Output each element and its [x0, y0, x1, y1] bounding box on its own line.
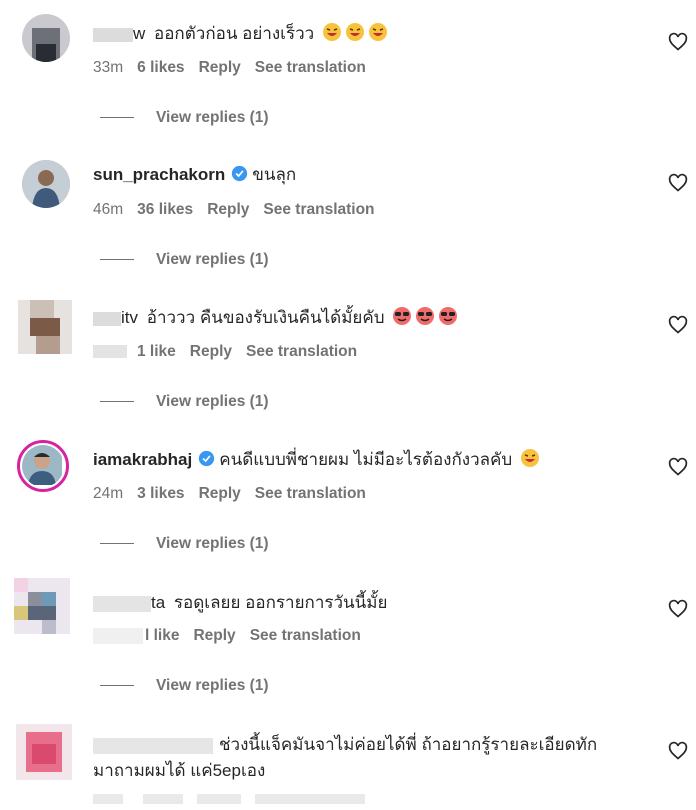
comment-text-line: ta รอดูเลยย ออกรายการวันนี้มั้ย — [93, 592, 387, 614]
see-translation-link[interactable]: See translation — [263, 201, 374, 218]
timestamp-blurred — [93, 627, 143, 644]
comment-meta: l like Reply See translation — [93, 626, 375, 646]
likes-count[interactable]: 3 likes — [137, 485, 184, 502]
divider — [100, 543, 134, 545]
reply-button[interactable]: Reply — [193, 627, 235, 644]
verified-badge-icon — [231, 165, 248, 188]
heart-outline-icon[interactable] — [668, 315, 688, 335]
sunglasses-emoji-icon — [392, 306, 412, 332]
avatar[interactable] — [16, 724, 72, 780]
view-replies-label: View replies (1) — [156, 535, 269, 552]
comment-text-block: ช่วงนี้แจ็คมันจาไม่ค่อยได้พี่ ถ้าอยากรู้… — [93, 732, 653, 784]
username[interactable]: itv — [121, 308, 138, 327]
view-replies-label: View replies (1) — [156, 677, 269, 694]
sunglasses-emoji-icon — [438, 306, 458, 332]
comment-text: คนดีแบบพี่ชายผม ไม่มีอะไรต้องกังวลคับ — [219, 450, 513, 469]
comment-meta: 1 like Reply See translation — [93, 342, 371, 362]
heart-outline-icon[interactable] — [668, 173, 688, 193]
divider — [100, 117, 134, 119]
comment-text-line: w ออกตัวก่อน อย่างเร็วว — [93, 22, 388, 48]
divider — [100, 259, 134, 261]
view-replies-label: View replies (1) — [156, 109, 269, 126]
avatar[interactable] — [22, 160, 70, 208]
comment-meta: 46m 36 likes Reply See translation — [93, 200, 389, 220]
comment-text: ขนลุก — [252, 165, 297, 184]
likes-count[interactable]: l like — [145, 627, 179, 644]
heart-outline-icon[interactable] — [668, 457, 688, 477]
reply-button[interactable]: Reply — [199, 485, 241, 502]
avatar[interactable] — [14, 578, 70, 634]
comment-text-line1: ช่วงนี้แจ็คมันจาไม่ค่อยได้พี่ ถ้าอยากรู้… — [219, 735, 598, 754]
likes-count[interactable]: 36 likes — [137, 201, 193, 218]
reply-button[interactable]: Reply — [199, 59, 241, 76]
avatar[interactable] — [22, 14, 70, 62]
verified-badge-icon — [198, 450, 215, 473]
view-replies-button[interactable]: View replies (1) — [100, 534, 269, 554]
heart-outline-icon[interactable] — [668, 32, 688, 52]
username[interactable]: sun_prachakorn — [93, 165, 225, 184]
reply-button[interactable]: Reply — [190, 343, 232, 360]
comment-meta: 24m 3 likes Reply See translation — [93, 484, 380, 504]
view-replies-button[interactable]: View replies (1) — [100, 676, 269, 696]
heart-outline-icon[interactable] — [668, 599, 688, 619]
username[interactable]: ta — [151, 593, 165, 612]
reply-button[interactable]: Reply — [207, 201, 249, 218]
view-replies-label: View replies (1) — [156, 251, 269, 268]
likes-count[interactable]: 6 likes — [137, 59, 184, 76]
view-replies-button[interactable]: View replies (1) — [100, 392, 269, 412]
see-translation-link[interactable]: See translation — [250, 627, 361, 644]
comment-text: อ้าววว คืนของรับเงินคืนได้มั้ยคับ — [146, 308, 385, 327]
comment-text-line: itv อ้าววว คืนของรับเงินคืนได้มั้ยคับ — [93, 306, 458, 332]
see-translation-link[interactable]: See translation — [255, 59, 366, 76]
comment-meta: 33m 6 likes Reply See translation — [93, 58, 380, 78]
see-translation-link[interactable]: See translation — [246, 343, 357, 360]
view-replies-button[interactable]: View replies (1) — [100, 250, 269, 270]
laughing-emoji-icon — [368, 22, 388, 48]
comment-text: ออกตัวก่อน อย่างเร็วว — [154, 24, 315, 43]
username-blurred — [93, 27, 133, 42]
view-replies-button[interactable]: View replies (1) — [100, 108, 269, 128]
avatar[interactable] — [18, 300, 72, 354]
view-replies-label: View replies (1) — [156, 393, 269, 410]
username[interactable]: w — [133, 24, 145, 43]
comment-text-line2: มาถามผมได้ แค่5epเอง — [93, 761, 266, 780]
comment-text-line: iamakrabhaj คนดีแบบพี่ชายผม ไม่มีอะไรต้อง… — [93, 448, 540, 474]
comment-text: รอดูเลยย ออกรายการวันนี้มั้ย — [173, 593, 388, 612]
avatar-with-story-ring[interactable] — [17, 440, 69, 492]
heart-outline-icon[interactable] — [668, 741, 688, 761]
username-blurred — [93, 595, 151, 612]
username[interactable]: iamakrabhaj — [93, 450, 192, 469]
timestamp: 24m — [93, 485, 124, 502]
divider — [100, 401, 134, 403]
laughing-emoji-icon — [520, 448, 540, 474]
likes-count[interactable]: 1 like — [137, 343, 176, 360]
laughing-emoji-icon — [322, 22, 342, 48]
comment-text-line: sun_prachakorn ขนลุก — [93, 164, 296, 188]
timestamp-blurred — [93, 345, 127, 359]
timestamp: 33m — [93, 59, 124, 76]
timestamp: 46m — [93, 201, 124, 218]
username-blurred — [93, 737, 213, 754]
laughing-emoji-icon — [345, 22, 365, 48]
see-translation-link[interactable]: See translation — [255, 485, 366, 502]
sunglasses-emoji-icon — [415, 306, 435, 332]
comment-meta-partial — [93, 790, 379, 810]
username-blurred — [93, 311, 121, 326]
divider — [100, 685, 134, 687]
